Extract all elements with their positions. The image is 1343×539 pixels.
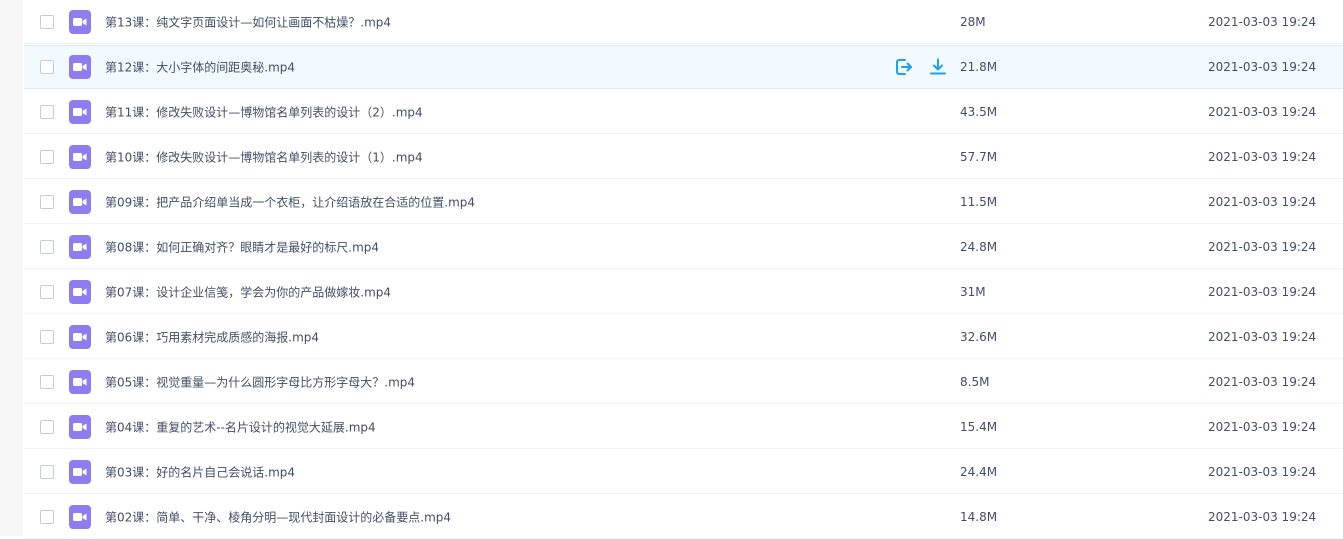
video-camera-glyph [73, 287, 87, 296]
left-sidebar-edge [0, 0, 23, 536]
file-date: 2021-03-03 19:24 [1208, 464, 1317, 479]
file-row[interactable]: 第06课：巧用素材完成质感的海报.mp4 32.6M 2021-03-03 19… [24, 315, 1343, 359]
file-name[interactable]: 第06课：巧用素材完成质感的海报.mp4 [105, 328, 319, 345]
row-checkbox[interactable] [40, 194, 54, 209]
file-name[interactable]: 第05课：视觉重量—为什么圆形字母比方形字母大？.mp4 [105, 373, 415, 390]
row-checkbox[interactable] [40, 509, 54, 524]
file-row[interactable]: 第13课：纯文字页面设计—如何让画面不枯燥？.mp4 28M 2021-03-0… [24, 0, 1343, 44]
file-size: 8.5M [960, 374, 990, 389]
video-file-icon [69, 144, 91, 169]
file-name[interactable]: 第12课：大小字体的间距奥秘.mp4 [105, 59, 295, 76]
file-name[interactable]: 第04课：重复的艺术--名片设计的视觉大延展.mp4 [105, 418, 376, 435]
video-camera-glyph [73, 377, 87, 386]
row-checkbox[interactable] [40, 239, 54, 254]
video-file-icon [69, 504, 91, 529]
file-name[interactable]: 第08课：如何正确对齐？眼睛才是最好的标尺.mp4 [105, 238, 379, 255]
file-row[interactable]: 第11课：修改失败设计—博物馆名单列表的设计（2）.mp4 43.5M 2021… [24, 90, 1343, 134]
file-name[interactable]: 第13课：纯文字页面设计—如何让画面不枯燥？.mp4 [105, 13, 391, 30]
download-icon[interactable] [928, 57, 948, 77]
file-name[interactable]: 第09课：把产品介绍单当成一个衣柜，让介绍语放在合适的位置.mp4 [105, 193, 475, 210]
row-checkbox[interactable] [40, 104, 54, 119]
video-file-icon [69, 99, 91, 124]
row-checkbox[interactable] [40, 464, 54, 479]
file-date: 2021-03-03 19:24 [1208, 419, 1317, 434]
file-date: 2021-03-03 19:24 [1208, 284, 1317, 299]
file-row[interactable]: 第07课：设计企业信笺，学会为你的产品做嫁妆.mp4 31M 2021-03-0… [24, 270, 1343, 314]
file-row[interactable]: 第08课：如何正确对齐？眼睛才是最好的标尺.mp4 24.8M 2021-03-… [24, 225, 1343, 269]
row-checkbox[interactable] [40, 284, 54, 299]
video-file-icon [69, 9, 91, 34]
video-file-icon [69, 55, 91, 79]
video-camera-glyph [73, 197, 87, 206]
file-row[interactable]: 第03课：好的名片自己会说话.mp4 24.4M 2021-03-03 19:2… [24, 450, 1343, 494]
file-date: 2021-03-03 19:24 [1208, 104, 1317, 119]
file-size: 28M [960, 14, 986, 29]
video-file-icon [69, 324, 91, 349]
video-file-icon [69, 459, 91, 484]
video-file-icon [69, 189, 91, 214]
file-row[interactable]: 第10课：修改失败设计—博物馆名单列表的设计（1）.mp4 57.7M 2021… [24, 135, 1343, 179]
row-checkbox[interactable] [40, 60, 54, 74]
file-date: 2021-03-03 19:24 [1208, 374, 1317, 389]
file-name[interactable]: 第02课：简单、干净、棱角分明—现代封面设计的必备要点.mp4 [105, 508, 451, 525]
video-file-icon [69, 369, 91, 394]
file-name[interactable]: 第10课：修改失败设计—博物馆名单列表的设计（1）.mp4 [105, 148, 423, 165]
file-size: 24.4M [960, 464, 998, 479]
video-camera-glyph [73, 467, 87, 476]
file-date: 2021-03-03 19:24 [1208, 60, 1317, 74]
file-size: 31M [960, 284, 986, 299]
row-actions [894, 57, 948, 77]
row-checkbox[interactable] [40, 374, 54, 389]
share-icon[interactable] [894, 57, 914, 77]
file-name[interactable]: 第07课：设计企业信笺，学会为你的产品做嫁妆.mp4 [105, 283, 391, 300]
file-row[interactable]: 第12课：大小字体的间距奥秘.mp4 21.8M 2021-03-03 19:2… [24, 45, 1343, 89]
row-checkbox[interactable] [40, 14, 54, 29]
file-date: 2021-03-03 19:24 [1208, 509, 1317, 524]
file-size: 15.4M [960, 419, 998, 434]
file-date: 2021-03-03 19:24 [1208, 239, 1317, 254]
file-name[interactable]: 第11课：修改失败设计—博物馆名单列表的设计（2）.mp4 [105, 103, 423, 120]
row-checkbox[interactable] [40, 419, 54, 434]
file-name[interactable]: 第03课：好的名片自己会说话.mp4 [105, 463, 295, 480]
file-size: 24.8M [960, 239, 998, 254]
file-row[interactable]: 第09课：把产品介绍单当成一个衣柜，让介绍语放在合适的位置.mp4 11.5M … [24, 180, 1343, 224]
video-camera-glyph [73, 17, 87, 26]
file-date: 2021-03-03 19:24 [1208, 14, 1317, 29]
file-size: 11.5M [960, 194, 998, 209]
file-date: 2021-03-03 19:24 [1208, 329, 1317, 344]
video-camera-glyph [73, 422, 87, 431]
file-row[interactable]: 第02课：简单、干净、棱角分明—现代封面设计的必备要点.mp4 14.8M 20… [24, 495, 1343, 539]
file-size: 32.6M [960, 329, 998, 344]
file-row[interactable]: 第05课：视觉重量—为什么圆形字母比方形字母大？.mp4 8.5M 2021-0… [24, 360, 1343, 404]
video-camera-glyph [73, 107, 87, 116]
file-size: 43.5M [960, 104, 998, 119]
video-camera-glyph [73, 152, 87, 161]
video-camera-glyph [73, 332, 87, 341]
file-row[interactable]: 第04课：重复的艺术--名片设计的视觉大延展.mp4 15.4M 2021-03… [24, 405, 1343, 449]
file-size: 21.8M [960, 60, 998, 74]
file-date: 2021-03-03 19:24 [1208, 194, 1317, 209]
file-size: 57.7M [960, 149, 998, 164]
video-file-icon [69, 414, 91, 439]
video-camera-glyph [73, 512, 87, 521]
row-checkbox[interactable] [40, 149, 54, 164]
file-size: 14.8M [960, 509, 998, 524]
video-camera-glyph [73, 242, 87, 251]
video-file-icon [69, 234, 91, 259]
file-date: 2021-03-03 19:24 [1208, 149, 1317, 164]
video-camera-glyph [73, 63, 87, 71]
video-file-icon [69, 279, 91, 304]
row-checkbox[interactable] [40, 329, 54, 344]
file-list: 第13课：纯文字页面设计—如何让画面不枯燥？.mp4 28M 2021-03-0… [24, 0, 1343, 539]
